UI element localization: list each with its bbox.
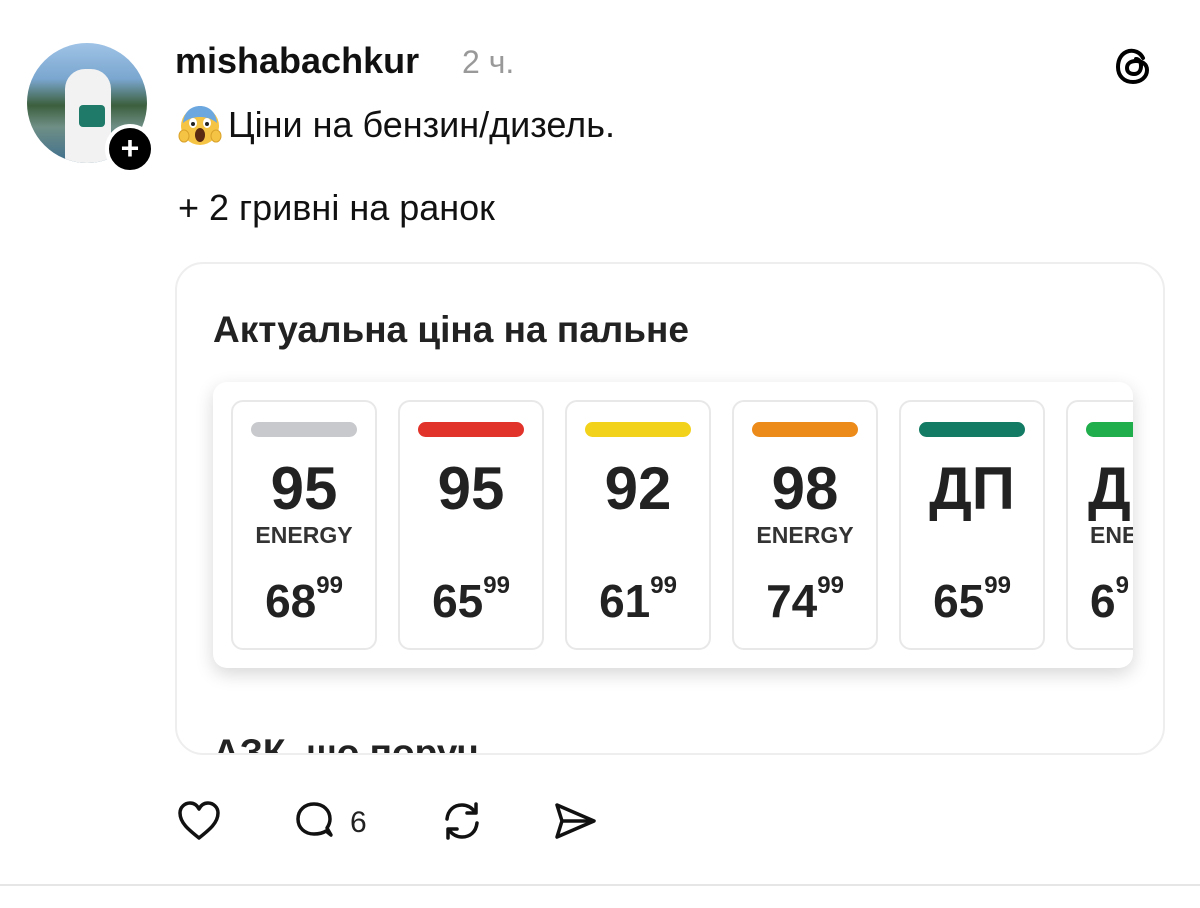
post-time: 2 ч. <box>462 44 515 80</box>
fuel-tag: ENERGY <box>756 522 854 548</box>
divider <box>0 884 1200 886</box>
card-title: Актуальна ціна на пальне <box>213 309 689 350</box>
fuel-price: 7499 <box>734 572 876 628</box>
follow-button[interactable]: + <box>105 124 155 174</box>
threads-logo-icon[interactable] <box>1112 44 1156 88</box>
post-text: Ціни на бензин/дизель. <box>228 104 615 145</box>
avatar-shirt <box>79 105 105 127</box>
price-cents: 9 <box>1115 572 1129 599</box>
price-main: 65 <box>432 575 484 627</box>
fuel-price: 69 <box>1068 572 1133 628</box>
fuel-grade: ДП <box>929 455 1015 522</box>
price-cents: 99 <box>984 572 1011 599</box>
fuel-grade: 92 <box>604 455 672 522</box>
fuel-grade: 98 <box>771 455 839 522</box>
fuel-tag: ENE <box>1090 522 1133 548</box>
heart-icon[interactable] <box>175 797 223 845</box>
price-main: 68 <box>265 575 317 627</box>
fuel-price: 6199 <box>567 572 709 628</box>
price-main: 6 <box>1090 575 1116 627</box>
price-cents: 99 <box>650 572 677 599</box>
comment-icon[interactable] <box>290 797 338 845</box>
comment-count: 6 <box>350 806 367 839</box>
fuel-color-bar <box>585 422 691 437</box>
fuel-price: 6599 <box>400 572 542 628</box>
fuel-card-2: 95 6599 <box>398 400 544 650</box>
fuel-color-bar <box>919 422 1025 437</box>
share-icon[interactable] <box>551 797 599 845</box>
link-preview-card[interactable]: Актуальна ціна на пальне 95 ENERGY 6899 … <box>175 262 1165 755</box>
fuel-color-bar <box>1086 422 1133 437</box>
fuel-card-4: 98 ENERGY 7499 <box>732 400 878 650</box>
fuel-grade: 95 <box>437 455 505 522</box>
fuel-color-bar <box>418 422 524 437</box>
fuel-color-bar <box>251 422 357 437</box>
fuel-grade: 95 <box>270 455 338 522</box>
fuel-price-strip: 95 ENERGY 6899 95 6599 92 6199 98 ENERGY… <box>213 382 1133 668</box>
price-main: 61 <box>599 575 651 627</box>
price-main: 74 <box>766 575 818 627</box>
price-cents: 99 <box>316 572 343 599</box>
fuel-card-3: 92 6199 <box>565 400 711 650</box>
repost-icon[interactable] <box>438 797 486 845</box>
price-cents: 99 <box>483 572 510 599</box>
card-subtitle-cutoff: АЗК, що поруч <box>213 732 479 755</box>
fuel-tag: ENERGY <box>255 522 353 548</box>
price-cents: 99 <box>817 572 844 599</box>
price-main: 65 <box>933 575 985 627</box>
post-text-line2: + 2 гривні на ранок <box>178 187 495 228</box>
fuel-card-1: 95 ENERGY 6899 <box>231 400 377 650</box>
post-text-line1: Ціни на бензин/дизель. <box>178 103 615 147</box>
fuel-color-bar <box>752 422 858 437</box>
screaming-face-emoji-icon <box>178 106 222 145</box>
username[interactable]: mishabachkur <box>175 40 419 82</box>
fuel-price: 6899 <box>233 572 375 628</box>
fuel-grade: Д <box>1088 455 1131 522</box>
fuel-price: 6599 <box>901 572 1043 628</box>
fuel-card-5: ДП 6599 <box>899 400 1045 650</box>
fuel-card-6: Д ENE 69 <box>1066 400 1133 650</box>
